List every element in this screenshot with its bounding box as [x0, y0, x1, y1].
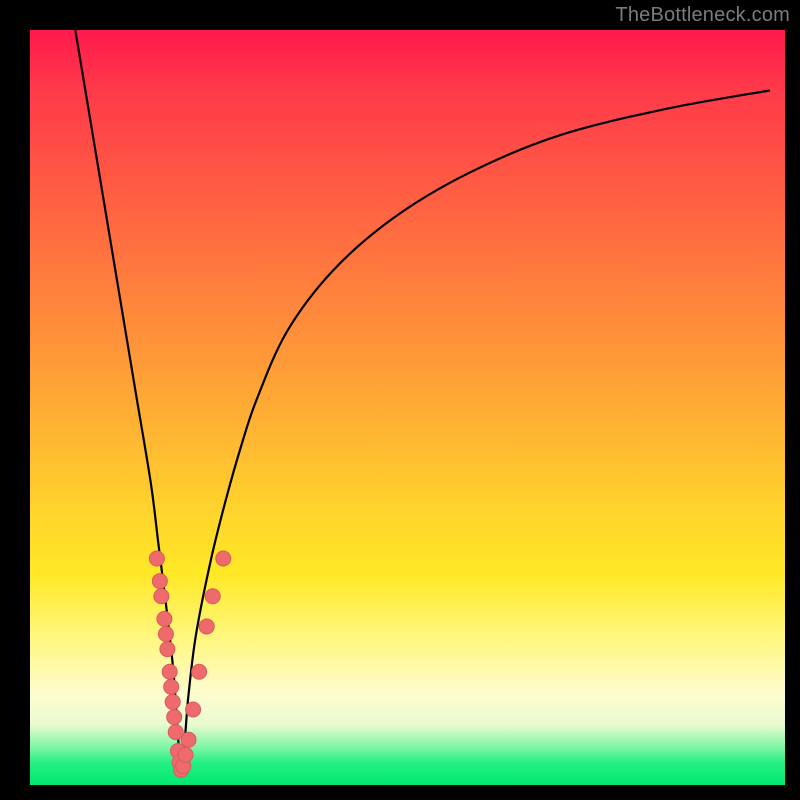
data-point: [192, 664, 207, 679]
data-point: [205, 589, 220, 604]
data-point: [164, 679, 179, 694]
bottleneck-curve: [75, 30, 770, 770]
data-point: [199, 619, 214, 634]
chart-svg: [30, 30, 785, 785]
data-point: [162, 664, 177, 679]
plot-area: [30, 30, 785, 785]
data-point: [216, 551, 231, 566]
data-point: [167, 710, 182, 725]
chart-frame: TheBottleneck.com: [0, 0, 800, 800]
data-point: [160, 642, 175, 657]
data-point: [158, 627, 173, 642]
data-point: [186, 702, 201, 717]
data-point: [157, 611, 172, 626]
watermark-text: TheBottleneck.com: [615, 4, 790, 27]
data-point: [178, 747, 193, 762]
data-point: [181, 732, 196, 747]
data-point: [154, 589, 169, 604]
data-point: [165, 694, 180, 709]
data-points: [149, 551, 230, 777]
data-point: [149, 551, 164, 566]
data-point: [152, 574, 167, 589]
